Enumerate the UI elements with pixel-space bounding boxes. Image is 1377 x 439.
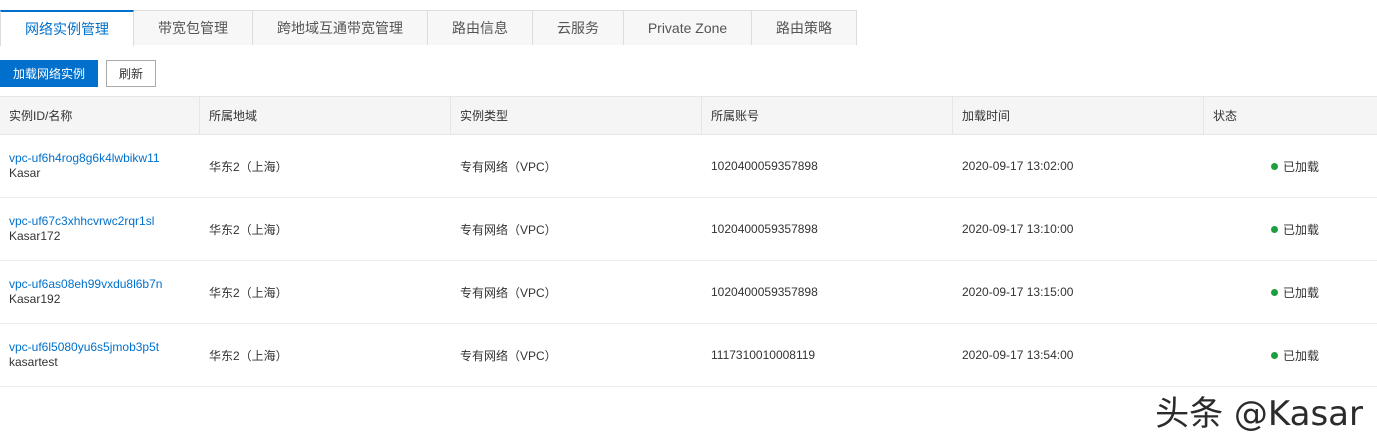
- tab-cross-region-bandwidth[interactable]: 跨地域互通带宽管理: [253, 10, 428, 45]
- instance-id-link[interactable]: vpc-uf6l5080yu6s5jmob3p5t: [9, 340, 200, 355]
- header-region: 所属地域: [200, 97, 451, 134]
- instance-id-link[interactable]: vpc-uf67c3xhhcvrwc2rqr1sl: [9, 214, 200, 229]
- time-cell: 2020-09-17 13:54:00: [962, 348, 1074, 362]
- type-cell: 专有网络（VPC）: [460, 285, 557, 300]
- status-dot-icon: [1270, 162, 1278, 170]
- load-network-instance-button[interactable]: 加载网络实例: [0, 60, 98, 87]
- instance-table: 实例ID/名称 所属地域 实例类型 所属账号 加载时间 状态 vpc-uf6h4…: [0, 96, 1377, 387]
- status-cell: 已加载: [1204, 261, 1377, 323]
- type-cell: 专有网络（VPC）: [460, 222, 557, 237]
- account-cell: 1020400059357898: [711, 222, 818, 236]
- instance-name: Kasar192: [9, 292, 61, 306]
- region-cell: 华东2（上海）: [209, 222, 288, 237]
- instance-name: Kasar: [9, 166, 41, 180]
- status-cell: 已加载: [1204, 135, 1377, 197]
- tab-bar: 网络实例管理 带宽包管理 跨地域互通带宽管理 路由信息 云服务 Private …: [0, 10, 857, 46]
- header-instance-id: 实例ID/名称: [0, 97, 200, 134]
- table-row: vpc-uf67c3xhhcvrwc2rqr1sl Kasar172 华东2（上海…: [0, 198, 1377, 261]
- tab-network-instances[interactable]: 网络实例管理: [0, 10, 134, 46]
- tab-route-info[interactable]: 路由信息: [428, 10, 533, 45]
- status-dot-icon: [1270, 288, 1278, 296]
- toolbar: 加载网络实例 刷新: [0, 60, 156, 87]
- watermark: 头条 @Kasar: [1155, 394, 1363, 434]
- time-cell: 2020-09-17 13:15:00: [962, 285, 1074, 299]
- status-cell: 已加载: [1204, 324, 1377, 386]
- time-cell: 2020-09-17 13:02:00: [962, 159, 1074, 173]
- instance-id-link[interactable]: vpc-uf6h4rog8g6k4lwbikw11: [9, 151, 200, 166]
- status-dot-icon: [1270, 351, 1278, 359]
- region-cell: 华东2（上海）: [209, 285, 288, 300]
- tab-bandwidth-packages[interactable]: 带宽包管理: [134, 10, 253, 45]
- tab-cloud-services[interactable]: 云服务: [533, 10, 624, 45]
- account-cell: 1117310010008119: [711, 348, 816, 362]
- status-text: 已加载: [1282, 159, 1319, 174]
- header-load-time: 加载时间: [953, 97, 1204, 134]
- header-status: 状态: [1213, 109, 1238, 123]
- header-account: 所属账号: [702, 97, 953, 134]
- account-cell: 1020400059357898: [711, 285, 818, 299]
- account-cell: 1020400059357898: [711, 159, 818, 173]
- type-cell: 专有网络（VPC）: [460, 348, 557, 363]
- table-row: vpc-uf6h4rog8g6k4lwbikw11 Kasar 华东2（上海） 专…: [0, 135, 1377, 198]
- status-text: 已加载: [1282, 348, 1319, 363]
- status-text: 已加载: [1282, 222, 1319, 237]
- time-cell: 2020-09-17 13:10:00: [962, 222, 1074, 236]
- type-cell: 专有网络（VPC）: [460, 159, 557, 174]
- refresh-button[interactable]: 刷新: [106, 60, 156, 87]
- instance-name: kasartest: [9, 355, 58, 369]
- status-text: 已加载: [1282, 285, 1319, 300]
- status-dot-icon: [1270, 225, 1278, 233]
- tab-route-policy[interactable]: 路由策略: [752, 10, 857, 45]
- tab-private-zone[interactable]: Private Zone: [624, 10, 752, 45]
- region-cell: 华东2（上海）: [209, 159, 288, 174]
- table-row: vpc-uf6l5080yu6s5jmob3p5t kasartest 华东2（上…: [0, 324, 1377, 387]
- table-header: 实例ID/名称 所属地域 实例类型 所属账号 加载时间 状态: [0, 97, 1377, 135]
- header-instance-type: 实例类型: [451, 97, 702, 134]
- table-row: vpc-uf6as08eh99vxdu8l6b7n Kasar192 华东2（上海…: [0, 261, 1377, 324]
- instance-id-link[interactable]: vpc-uf6as08eh99vxdu8l6b7n: [9, 277, 200, 292]
- status-cell: 已加载: [1204, 198, 1377, 260]
- instance-name: Kasar172: [9, 229, 61, 243]
- region-cell: 华东2（上海）: [209, 348, 288, 363]
